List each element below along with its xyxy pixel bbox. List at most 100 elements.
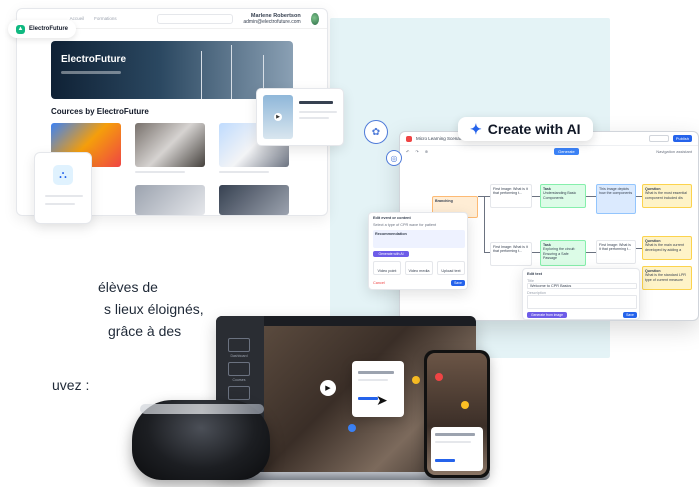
sidebar-label: Dashboard bbox=[230, 354, 248, 358]
upload-text-button[interactable]: Upload text bbox=[437, 261, 465, 275]
hierarchy-icon: ⛬ bbox=[53, 165, 73, 185]
sparkle-icon: ✦ bbox=[470, 120, 482, 137]
navigation-assistant[interactable]: Navigation assistant bbox=[656, 149, 692, 154]
vr-headset-band bbox=[140, 404, 264, 414]
description-field[interactable] bbox=[527, 295, 637, 309]
preview-button[interactable] bbox=[648, 135, 669, 142]
card-caption bbox=[135, 171, 185, 173]
play-icon[interactable]: ▶ bbox=[274, 113, 282, 121]
cursor-icon: ➤ bbox=[376, 392, 388, 408]
video-card[interactable]: ▶ bbox=[256, 88, 344, 146]
recommendation-box: Recommendation bbox=[373, 230, 465, 248]
feature-card: ⛬ bbox=[34, 152, 92, 224]
nav-courses[interactable]: Formations bbox=[94, 16, 117, 21]
logo-icon: ▲ bbox=[16, 24, 25, 34]
video-title-bar bbox=[299, 101, 333, 104]
node-text[interactable]: First Image: What is it that performing … bbox=[490, 242, 532, 266]
create-with-ai-badge: ✦ Create with AI bbox=[458, 117, 593, 141]
course-card[interactable] bbox=[219, 185, 289, 215]
card-line bbox=[435, 441, 471, 443]
hero-title: ElectroFuture bbox=[61, 54, 127, 65]
sidebar-item[interactable] bbox=[228, 362, 250, 376]
node-label: Branching bbox=[435, 199, 453, 203]
redo-icon[interactable]: ↷ bbox=[415, 149, 418, 154]
node-label: Question bbox=[645, 239, 661, 243]
card-line bbox=[45, 203, 75, 205]
image-gallery-icon: ✿ bbox=[364, 120, 388, 144]
save-button[interactable]: Save bbox=[451, 280, 465, 286]
publish-button[interactable]: Publish bbox=[672, 135, 692, 142]
generate-from-image-button[interactable]: Generate from image bbox=[527, 312, 567, 318]
node-text: What is the main current developed by ad… bbox=[645, 243, 684, 252]
play-icon[interactable]: ▶ bbox=[320, 380, 336, 396]
node-text[interactable]: First Image: What is it that performing … bbox=[596, 240, 636, 264]
card-caption bbox=[219, 171, 269, 173]
hotspot-dot[interactable] bbox=[348, 424, 356, 432]
marketing-collage: Accueil Formations Marlene Robertson adm… bbox=[0, 0, 699, 487]
zoom-icon[interactable]: ⊕ bbox=[425, 149, 428, 154]
cancel-button[interactable]: Cancel bbox=[373, 281, 385, 285]
node-task[interactable]: Task Exploring the circuit: Ensuring a S… bbox=[540, 240, 586, 266]
sidebar-item[interactable] bbox=[228, 338, 250, 352]
connector bbox=[586, 252, 596, 253]
node-label: Question bbox=[645, 187, 661, 191]
text-line: élèves de bbox=[98, 279, 158, 295]
recommendation-label: Recommendation bbox=[375, 232, 407, 236]
scenario-title: Micro Learning Scenario bbox=[416, 136, 465, 141]
node-text[interactable]: First Image: What is it that performing … bbox=[490, 184, 532, 208]
edit-text-panel: Edit text Title Welcome to CPR Basics De… bbox=[522, 268, 640, 320]
undo-icon[interactable]: ↶ bbox=[406, 149, 409, 154]
card-link[interactable] bbox=[358, 397, 378, 400]
turbine-icon bbox=[231, 45, 232, 99]
node-text: First Image: What is it that performing … bbox=[599, 243, 631, 252]
avatar[interactable] bbox=[310, 12, 319, 25]
hotspot-dot[interactable] bbox=[461, 401, 469, 409]
app-icon bbox=[406, 135, 412, 142]
card-line bbox=[358, 371, 394, 374]
save-button[interactable]: Save bbox=[623, 312, 637, 318]
connector bbox=[484, 252, 490, 253]
generate-button[interactable]: Generate bbox=[554, 147, 579, 155]
node-question[interactable]: Question What is the main current develo… bbox=[642, 236, 692, 260]
node-text: First Image: What is it that performing … bbox=[493, 245, 528, 254]
ai-pill-label: Create with AI bbox=[487, 121, 581, 137]
node-task[interactable]: Task Understanding Basic Components bbox=[540, 184, 586, 208]
text-line: uvez : bbox=[52, 377, 90, 393]
brand-logo: ▲ ElectroFuture bbox=[8, 20, 77, 38]
title-field[interactable]: Welcome to CPR Basics bbox=[527, 283, 637, 289]
connector bbox=[532, 196, 540, 197]
hero-subtitle-bar bbox=[61, 71, 121, 74]
search-input[interactable] bbox=[156, 13, 234, 24]
connector bbox=[586, 196, 596, 197]
section-title: Cources by ElectroFuture bbox=[51, 107, 149, 116]
user-info: Marlene Robertson admin@electrofuture.co… bbox=[243, 13, 300, 25]
node-question[interactable]: Question What is the standard LPR type o… bbox=[642, 266, 692, 290]
body-copy: élèves de s lieux éloignés, grâce à des … bbox=[0, 276, 210, 393]
hotspot-dot[interactable] bbox=[435, 373, 443, 381]
node-text: This image depicts how the components bbox=[599, 187, 633, 196]
nav-home[interactable]: Accueil bbox=[70, 16, 85, 21]
sidebar-item[interactable] bbox=[228, 386, 250, 400]
turbine-icon bbox=[201, 51, 202, 99]
course-card[interactable] bbox=[135, 123, 205, 167]
text-line: grâce à des bbox=[108, 323, 182, 339]
node-text: Understanding Basic Components bbox=[543, 191, 577, 200]
node-question[interactable]: Question What is the most essential comp… bbox=[642, 184, 692, 208]
node-image[interactable]: This image depicts how the components bbox=[596, 184, 636, 214]
node-label: Task bbox=[543, 243, 551, 247]
card-link[interactable] bbox=[435, 459, 455, 462]
hotspot-dot[interactable] bbox=[412, 376, 420, 384]
edit-event-panel: Edit event or content Select a type of C… bbox=[368, 212, 468, 290]
generate-ai-button[interactable]: Generate with AI bbox=[373, 251, 409, 257]
video-media-button[interactable]: Video media bbox=[405, 261, 433, 275]
course-card[interactable] bbox=[135, 185, 205, 215]
panel-desc: Select a type of CPR wave for patient bbox=[373, 223, 437, 227]
video-line bbox=[299, 111, 337, 113]
node-label: Task bbox=[543, 187, 551, 191]
user-email: admin@electrofuture.com bbox=[243, 18, 301, 25]
brand-name: ElectroFuture bbox=[29, 26, 69, 32]
node-text: What is the most essential component inc… bbox=[645, 191, 687, 200]
node-text: What is the standard LPR type of current… bbox=[645, 273, 686, 282]
connector bbox=[484, 196, 485, 252]
video-point-button[interactable]: Video point bbox=[373, 261, 401, 275]
